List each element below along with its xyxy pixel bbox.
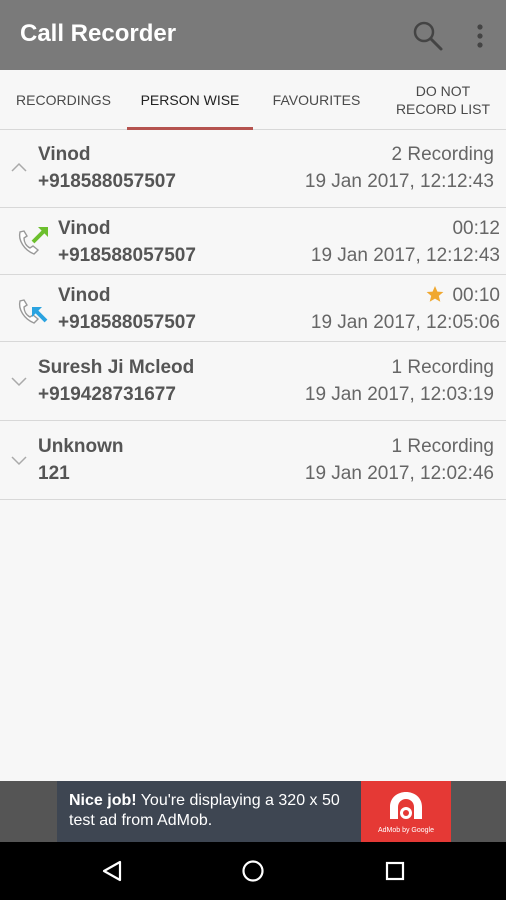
chevron-down-icon <box>11 456 27 466</box>
recording-count: 1 Recording <box>391 436 494 457</box>
tab-person-wise[interactable]: PERSON WISE <box>127 70 253 130</box>
contact-number: +919428731677 <box>38 384 176 405</box>
contact-number: +918588057507 <box>38 171 176 192</box>
search-button[interactable] <box>410 18 446 54</box>
ad-text: Nice job! You're displaying a 320 x 50 t… <box>69 791 359 831</box>
call-date: 19 Jan 2017, 12:12:43 <box>310 245 500 266</box>
back-icon[interactable] <box>100 859 124 883</box>
tab-do-not-record-list[interactable]: DO NOT RECORD LIST <box>380 70 506 130</box>
active-tab-indicator <box>127 127 253 130</box>
list-item[interactable]: Suresh Ji Mcleod +919428731677 1 Recordi… <box>0 342 506 421</box>
contact-name: Suresh Ji Mcleod <box>38 357 195 378</box>
ad-content[interactable]: Nice job! You're displaying a 320 x 50 t… <box>57 781 451 842</box>
more-vert-icon <box>477 24 483 48</box>
contact-name: Unknown <box>38 436 124 457</box>
tab-label-line2: RECORD LIST <box>395 101 491 117</box>
ad-banner[interactable]: Nice job! You're displaying a 320 x 50 t… <box>0 781 506 842</box>
incoming-call-icon <box>18 299 48 324</box>
call-duration: 00:10 <box>452 285 500 306</box>
contact-name: Vinod <box>58 218 111 239</box>
ad-bold-text: Nice job! <box>69 792 137 809</box>
list-item[interactable]: Unknown 121 1 Recording 19 Jan 2017, 12:… <box>0 421 506 500</box>
app-bar: Call Recorder <box>0 0 506 70</box>
list-item[interactable]: Vinod +918588057507 2 Recording 19 Jan 2… <box>0 131 506 208</box>
system-nav-bar <box>0 842 506 900</box>
recents-icon[interactable] <box>384 860 406 882</box>
recording-date: 19 Jan 2017, 12:02:46 <box>304 463 494 484</box>
tab-favourites[interactable]: FAVOURITES <box>253 70 380 130</box>
list-item[interactable]: Vinod +918588057507 00:10 19 Jan 2017, 1… <box>0 275 506 342</box>
tab-bar: RECORDINGS PERSON WISE FAVOURITES DO NOT… <box>0 70 506 130</box>
home-icon[interactable] <box>241 859 265 883</box>
contact-number: 121 <box>38 463 70 484</box>
contact-number: +918588057507 <box>58 245 196 266</box>
overflow-menu-button[interactable] <box>466 18 494 54</box>
tab-label-line1: DO NOT <box>415 83 471 99</box>
call-date: 19 Jan 2017, 12:05:06 <box>310 312 500 333</box>
recording-count: 2 Recording <box>391 144 494 165</box>
recording-date: 19 Jan 2017, 12:03:19 <box>304 384 494 405</box>
call-duration: 00:12 <box>452 218 500 239</box>
chevron-up-icon <box>11 162 27 172</box>
tab-recordings[interactable]: RECORDINGS <box>0 70 127 130</box>
recording-count: 1 Recording <box>391 357 494 378</box>
app-title: Call Recorder <box>20 20 177 47</box>
admob-caption: AdMob by Google <box>377 827 435 834</box>
contact-number: +918588057507 <box>58 312 196 333</box>
search-icon <box>413 21 443 51</box>
contact-name: Vinod <box>58 285 111 306</box>
favourite-star-icon[interactable] <box>426 285 444 303</box>
admob-logo: AdMob by Google <box>361 781 451 842</box>
chevron-down-icon <box>11 377 27 387</box>
list-item[interactable]: Vinod +918588057507 00:12 19 Jan 2017, 1… <box>0 208 506 275</box>
admob-icon <box>390 792 422 819</box>
recording-date: 19 Jan 2017, 12:12:43 <box>304 171 494 192</box>
outgoing-call-icon <box>18 227 48 255</box>
contact-name: Vinod <box>38 144 91 165</box>
